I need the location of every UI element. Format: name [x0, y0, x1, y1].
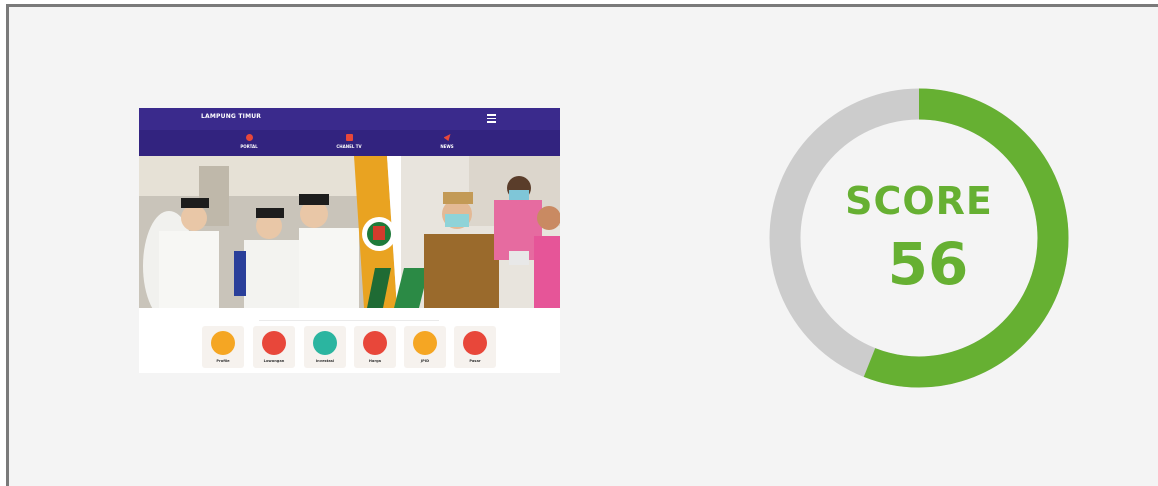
map-pin-icon — [211, 331, 235, 355]
quick-links: Profile Lowongan Investasi Harga JPID Pa… — [139, 308, 560, 373]
nav-item-news: NEWS — [417, 134, 477, 149]
quick-link-jpid: JPID — [404, 326, 446, 368]
site-nav: PORTAL CHANEL TV NEWS — [139, 130, 560, 156]
phone-icon — [413, 331, 437, 355]
quick-link-label: Lowongan — [263, 359, 285, 363]
globe-icon — [245, 134, 253, 141]
hero-banner-image — [139, 156, 560, 308]
send-icon — [443, 134, 451, 141]
site-header: LAMPUNG TIMUR — [139, 108, 560, 130]
quick-link-label: Investasi — [315, 359, 335, 363]
nav-item-chanel-tv: CHANEL TV — [319, 134, 379, 149]
quick-link-label: Harga — [368, 359, 382, 363]
quick-link-label: JPID — [420, 359, 430, 363]
score-label: SCORE — [845, 179, 993, 223]
coins-icon — [363, 331, 387, 355]
nav-item-label: PORTAL — [240, 144, 258, 149]
quick-link-label: Pasar — [469, 359, 481, 363]
score-value: 56 — [887, 230, 969, 298]
site-title: LAMPUNG TIMUR — [201, 113, 262, 120]
divider — [259, 320, 439, 321]
quick-link-profile: Profile — [202, 326, 244, 368]
quick-link-pasar: Pasar — [454, 326, 496, 368]
nav-item-label: CHANEL TV — [336, 144, 362, 149]
basket-icon — [463, 331, 487, 355]
quick-link-harga: Harga — [354, 326, 396, 368]
quick-link-label: Profile — [216, 359, 230, 363]
nav-item-label: NEWS — [440, 144, 454, 149]
handshake-icon — [262, 331, 286, 355]
website-screenshot: LAMPUNG TIMUR PORTAL CHANEL TV NEWS Prof… — [139, 108, 560, 373]
laptop-icon — [313, 331, 337, 355]
tv-icon — [345, 134, 353, 141]
score-gauge: SCORE 56 — [769, 87, 1069, 389]
quick-link-investasi: Investasi — [304, 326, 346, 368]
quick-link-lowongan: Lowongan — [253, 326, 295, 368]
hamburger-menu-icon — [487, 114, 496, 123]
nav-item-portal: PORTAL — [219, 134, 279, 149]
